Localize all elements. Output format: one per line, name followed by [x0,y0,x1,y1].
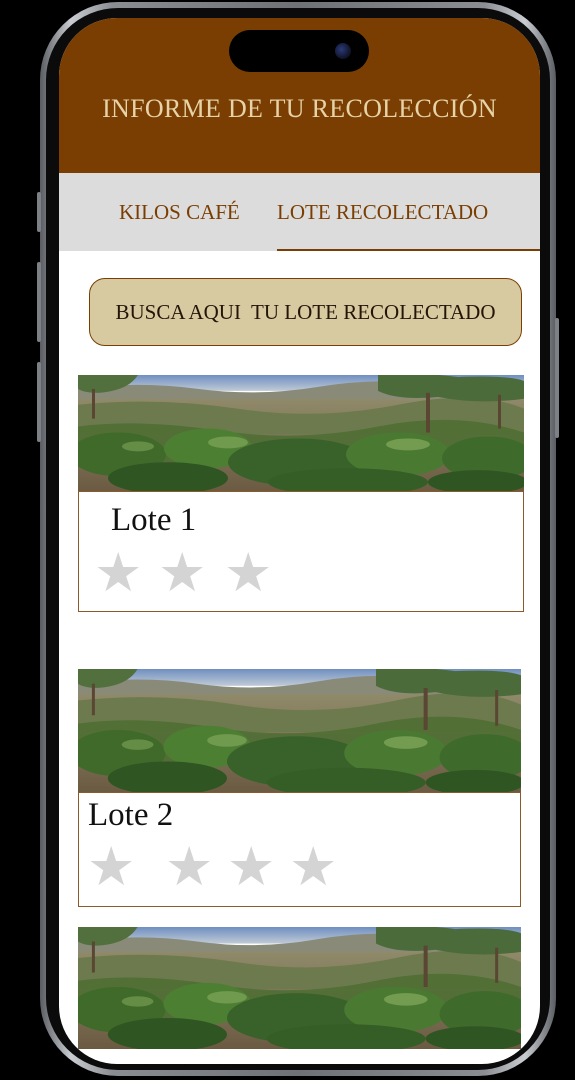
star-icon: ★ [87,835,136,898]
star-icon: ★ [94,541,143,604]
search-lot-button[interactable]: BUSCA AQUI TU LOTE RECOLECTADO [89,278,522,346]
phone-volume-down-button [37,362,41,442]
tab-kilos-cafe[interactable]: KILOS CAFÉ [119,200,240,225]
star-icon: ★ [165,835,214,898]
page-title: INFORME DE TU RECOLECCIÓN [102,94,497,123]
lot-info-2: Lote 2 ★ ★ ★ ★ [78,792,521,907]
lot-name: Lote 1 [111,502,197,538]
front-camera-icon [335,43,351,59]
coffee-farm-image [78,669,521,793]
tab-lote-recolectado[interactable]: LOTE RECOLECTADO [277,200,488,225]
phone-power-button [555,318,559,438]
star-icon: ★ [227,835,276,898]
phone-screen: INFORME DE TU RECOLECCIÓN KILOS CAFÉ LOT… [59,18,540,1064]
dynamic-island [229,30,369,72]
lot-info-1: Lote 1 ★ ★ ★ [78,491,524,612]
active-tab-indicator [277,249,540,251]
phone-mute-switch [37,192,41,232]
lot-card-1[interactable]: Lote 1 ★ ★ ★ [78,375,524,612]
star-icon: ★ [224,541,273,604]
coffee-farm-image [78,927,521,1049]
coffee-farm-image [78,375,524,492]
lot-card-2[interactable]: Lote 2 ★ ★ ★ ★ [78,669,521,907]
lot-photo-3 [78,927,521,1049]
phone-volume-up-button [37,262,41,342]
lot-photo-1 [78,375,524,492]
star-icon: ★ [289,835,338,898]
tab-bar: KILOS CAFÉ LOTE RECOLECTADO [59,173,540,251]
lot-photo-2 [78,669,521,793]
lot-name: Lote 2 [88,797,174,833]
lot-card-3[interactable] [78,927,521,1049]
star-icon: ★ [158,541,207,604]
